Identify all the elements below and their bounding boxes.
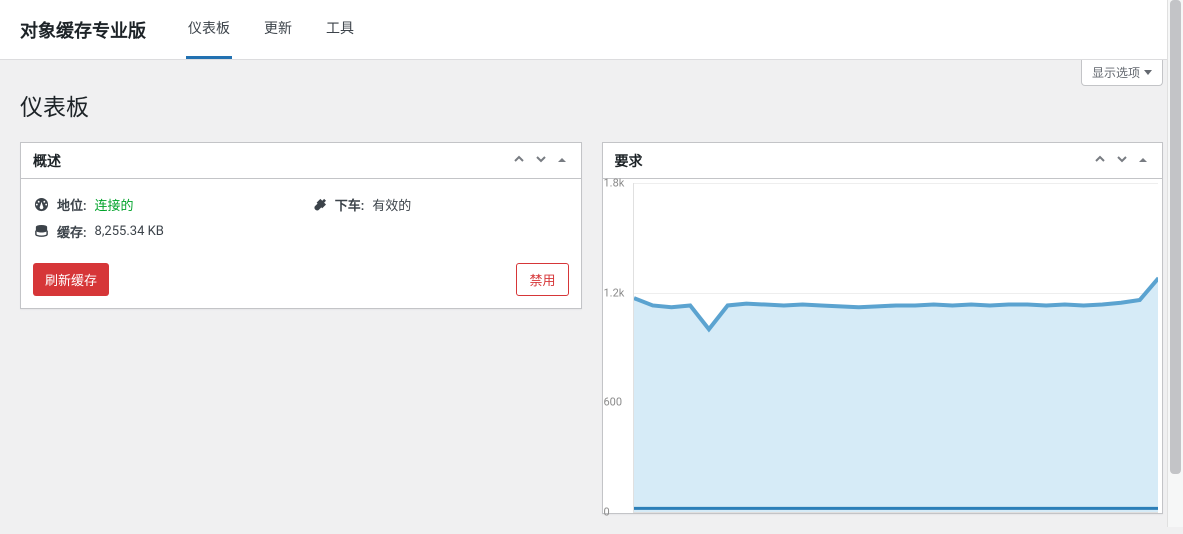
ytick-label: 1.2k [604,286,630,299]
overview-title: 概述 [33,151,61,171]
cache-value: 8,255.34 KB [95,224,164,239]
panels: 概述 [20,142,1163,514]
overview-header: 概述 [21,143,581,179]
page-title: 仪表板 [20,70,1163,130]
tab-tools[interactable]: 工具 [324,0,356,59]
content: 显示选项 仪表板 概述 [0,60,1183,534]
app-title: 对象缓存专业版 [20,17,146,43]
chart-svg [634,183,1159,512]
plug-icon [311,197,327,212]
caret-down-icon [1144,70,1152,75]
gauge-icon [33,197,49,212]
requests-chart: 06001.2k1.8k [633,183,1159,513]
dropins-value: 有效的 [372,195,411,214]
scrollbar-thumb[interactable] [1170,0,1181,474]
tab-dashboard[interactable]: 仪表板 [186,0,232,59]
database-icon [33,224,49,239]
overview-body: 地位: 连接的 缓存: 8,255.34 KB [21,179,581,308]
chevron-up-icon[interactable] [511,151,527,171]
requests-header: 要求 [603,143,1163,179]
status-value: 连接的 [95,195,134,214]
requests-title: 要求 [615,151,643,171]
ytick-label: 1.8k [604,177,630,190]
topbar: 对象缓存专业版 仪表板 更新 工具 [0,0,1183,60]
overview-col-right: 下车: 有效的 [311,191,569,245]
panel-col-right: 要求 06001.2k1.8k [602,142,1164,514]
screen-options-label: 显示选项 [1092,64,1140,81]
ytick-label: 0 [604,506,630,519]
dropins-label: 下车: [335,195,365,214]
chevron-down-icon[interactable] [1114,151,1130,171]
overview-header-actions [511,151,569,171]
screen-options-button[interactable]: 显示选项 [1081,60,1163,86]
caret-up-icon[interactable] [555,151,569,171]
chevron-down-icon[interactable] [533,151,549,171]
ytick-label: 600 [604,396,630,409]
overview-panel: 概述 [20,142,582,309]
flush-cache-button[interactable]: 刷新缓存 [33,263,109,296]
overview-col-left: 地位: 连接的 缓存: 8,255.34 KB [33,191,291,245]
disable-button[interactable]: 禁用 [516,263,568,296]
overview-grid: 地位: 连接的 缓存: 8,255.34 KB [33,191,569,245]
topbar-tabs: 仪表板 更新 工具 [186,0,356,59]
chevron-up-icon[interactable] [1092,151,1108,171]
status-label: 地位: [57,195,87,214]
requests-body: 06001.2k1.8k [603,179,1163,513]
requests-panel: 要求 06001.2k1.8k [602,142,1164,514]
screen-options: 显示选项 [1081,60,1163,86]
cache-label: 缓存: [57,222,87,241]
dropins-row: 下车: 有效的 [311,191,569,218]
cache-row: 缓存: 8,255.34 KB [33,218,291,245]
caret-up-icon[interactable] [1136,151,1150,171]
overview-buttons: 刷新缓存 禁用 [33,263,569,296]
tab-updates[interactable]: 更新 [262,0,294,59]
panel-col-left: 概述 [20,142,582,514]
requests-header-actions [1092,151,1150,171]
scrollbar[interactable] [1167,0,1183,527]
status-row: 地位: 连接的 [33,191,291,218]
